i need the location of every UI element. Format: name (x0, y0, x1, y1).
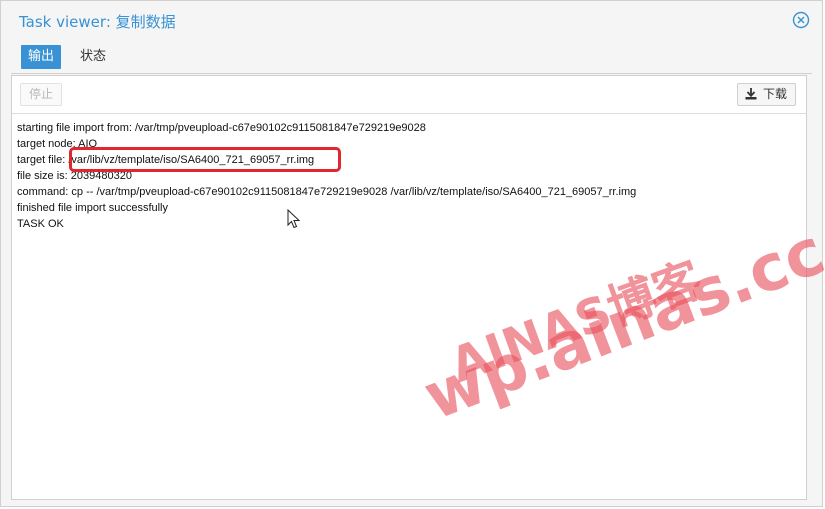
target-file-highlight (69, 147, 341, 172)
log-line: TASK OK (17, 218, 64, 230)
window-title-prefix: Task viewer: (19, 13, 116, 31)
mouse-pointer-icon (287, 209, 301, 229)
tab-status[interactable]: 状态 (73, 45, 113, 69)
download-button[interactable]: 下载 (737, 83, 796, 106)
panel-toolbar: 停止 下载 (12, 76, 806, 114)
download-label: 下载 (763, 87, 788, 101)
log-line: finished file import successfully (17, 202, 169, 214)
log-line: command: cp -- /var/tmp/pveupload-c67e90… (17, 186, 637, 198)
tab-output[interactable]: 输出 (21, 45, 62, 69)
task-viewer-window: Task viewer: 复制数据 输出 状态 停止 下载 starting f… (0, 0, 825, 507)
window-title-task: 复制数据 (115, 13, 176, 31)
task-log: starting file import from: /var/tmp/pveu… (17, 120, 801, 232)
window-titlebar: Task viewer: 复制数据 (1, 1, 822, 39)
window-title: Task viewer: 复制数据 (19, 11, 176, 32)
log-line: starting file import from: /var/tmp/pveu… (17, 122, 426, 134)
close-icon[interactable] (792, 11, 810, 29)
stop-button[interactable]: 停止 (20, 83, 62, 106)
output-panel: 停止 下载 starting file import from: /var/tm… (11, 75, 807, 500)
download-icon (745, 88, 757, 100)
tab-bar: 输出 状态 (11, 43, 812, 74)
